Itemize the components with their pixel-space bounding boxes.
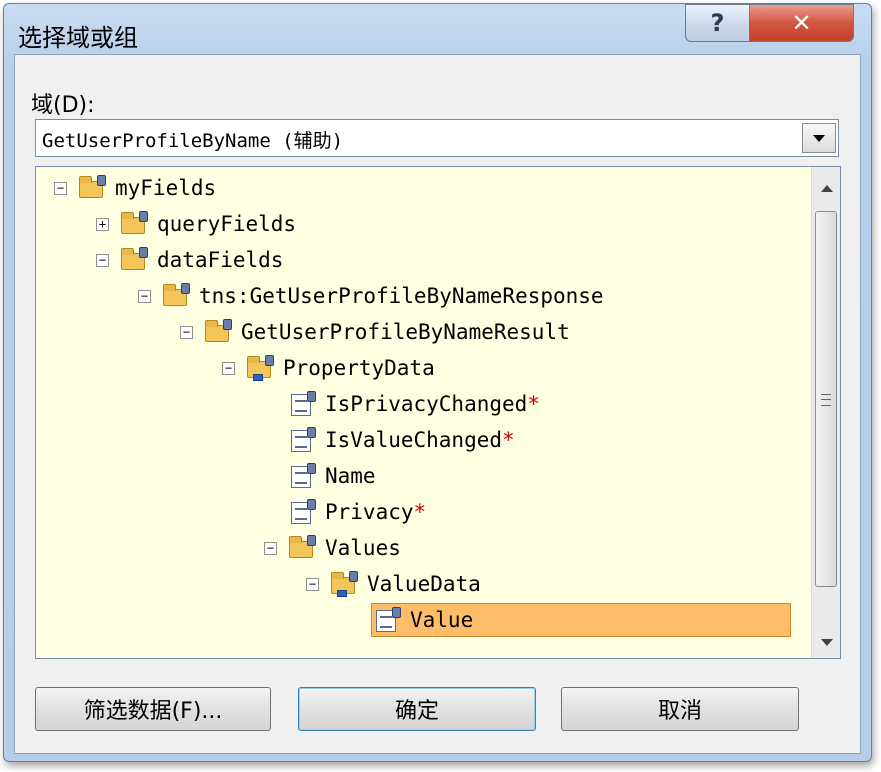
required-marker: *	[527, 392, 540, 416]
tree-node[interactable]: Name	[287, 459, 376, 493]
domain-dropdown[interactable]: GetUserProfileByName (辅助)	[35, 119, 839, 157]
tree-node[interactable]: − PropertyData	[222, 351, 435, 385]
close-button[interactable]: ✕	[749, 4, 854, 42]
tree-node[interactable]: IsValueChanged *	[287, 423, 515, 457]
group-folder-icon	[161, 283, 193, 309]
collapse-icon[interactable]: −	[306, 577, 319, 591]
tree-node[interactable]: − Values	[264, 531, 401, 565]
field-tree[interactable]: − myFields + queryFields − dataFields − tns:Get…	[35, 166, 841, 659]
field-icon	[287, 499, 319, 525]
tree-node[interactable]: − GetUserProfileByNameResult	[180, 315, 570, 349]
scroll-up-icon[interactable]	[821, 185, 833, 192]
ok-button[interactable]: 确定	[298, 687, 536, 731]
close-icon: ✕	[791, 9, 812, 37]
help-button[interactable]: ?	[685, 4, 750, 42]
tree-node-label: myFields	[115, 176, 217, 200]
tree-node-label: PropertyData	[283, 356, 435, 380]
group-folder-icon	[203, 319, 235, 345]
domain-label: 域(D):	[31, 93, 95, 118]
repeating-group-icon	[329, 571, 361, 597]
tree-node[interactable]: IsPrivacyChanged *	[287, 387, 540, 421]
tree-node[interactable]: Value	[371, 603, 791, 637]
dialog-title: 选择域或组	[18, 24, 138, 52]
collapse-icon[interactable]: −	[222, 361, 235, 375]
tree-node-label: Values	[325, 536, 401, 560]
tree-node-label: dataFields	[157, 248, 284, 272]
tree-node-label: GetUserProfileByNameResult	[241, 320, 570, 344]
domain-value: GetUserProfileByName (辅助)	[42, 130, 344, 152]
collapse-icon[interactable]: −	[96, 253, 109, 267]
collapse-icon[interactable]: −	[138, 289, 151, 303]
tree-node-label: Value	[410, 608, 474, 632]
collapse-icon[interactable]: −	[54, 181, 67, 195]
tree-node[interactable]: − ValueData	[306, 567, 481, 601]
tree-node[interactable]: − dataFields	[96, 243, 283, 277]
tree-node[interactable]: + queryFields	[96, 207, 296, 241]
tree-node-label: queryFields	[157, 212, 297, 236]
cancel-button[interactable]: 取消	[561, 687, 799, 731]
scroll-thumb[interactable]	[815, 211, 837, 587]
tree-node-label: Name	[325, 464, 376, 488]
select-field-or-group-dialog: 选择域或组 ? ✕ 域(D): GetUserProfileByName (辅助…	[3, 3, 872, 762]
grip-icon	[821, 394, 831, 406]
collapse-icon[interactable]: −	[264, 541, 277, 555]
tree-node[interactable]: − tns:GetUserProfileByNameResponse	[138, 279, 604, 313]
tree-node-label: ValueData	[367, 572, 481, 596]
collapse-icon[interactable]: −	[180, 325, 193, 339]
group-folder-icon	[77, 175, 109, 201]
group-folder-icon	[287, 535, 319, 561]
group-folder-icon	[119, 247, 151, 273]
dropdown-button[interactable]	[802, 123, 836, 153]
field-icon	[287, 463, 319, 489]
dialog-body: 域(D): GetUserProfileByName (辅助) − myField…	[14, 54, 861, 754]
group-folder-icon	[119, 211, 151, 237]
filter-data-button[interactable]: 筛选数据(F)...	[35, 687, 271, 731]
tree-node[interactable]: − myFields	[54, 171, 216, 205]
tree-node-label: IsPrivacyChanged	[325, 392, 528, 416]
required-marker: *	[502, 428, 515, 452]
title-bar[interactable]: 选择域或组 ? ✕	[4, 4, 871, 56]
tree-node-label: Privacy	[325, 500, 414, 524]
tree-node-label: IsValueChanged	[325, 428, 503, 452]
required-marker: *	[413, 500, 427, 524]
repeating-group-icon	[245, 355, 277, 381]
vertical-scrollbar[interactable]	[811, 167, 840, 658]
expand-icon[interactable]: +	[96, 217, 109, 231]
tree-node-label: tns:GetUserProfileByNameResponse	[199, 284, 604, 308]
field-icon	[372, 607, 404, 633]
field-icon	[287, 427, 319, 453]
chevron-down-icon	[813, 134, 825, 142]
tree-node[interactable]: Privacy *	[287, 495, 426, 529]
field-icon	[287, 391, 319, 417]
help-icon: ?	[710, 9, 725, 37]
scroll-down-icon[interactable]	[821, 639, 833, 646]
